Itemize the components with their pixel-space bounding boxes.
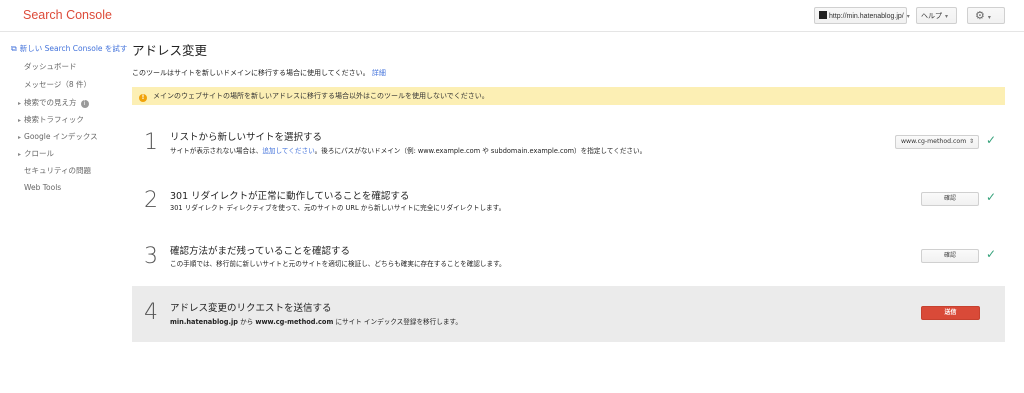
step-1: 1 リストから新しいサイトを選択する サイトが表示されない場合は、追加してくださ…: [132, 116, 1005, 172]
sidebar-item-search-traffic[interactable]: ▸ 検索トラフィック: [18, 114, 84, 125]
old-domain: min.hatenablog.jp: [170, 318, 238, 326]
sidebar-item-google-index[interactable]: ▸ Google インデックス: [18, 131, 98, 142]
step-description: この手順では、移行前に新しいサイトと元のサイトを適切に検証し、どちらも確実に存在…: [170, 260, 506, 268]
step-2: 2 301 リダイレクトが正常に動作していることを確認する 301 リダイレクト…: [132, 176, 1005, 232]
submit-button[interactable]: 送信: [921, 306, 980, 320]
step-4: 4 アドレス変更のリクエストを送信する min.hatenablog.jp から…: [132, 286, 1005, 342]
learn-more-link[interactable]: 詳細: [372, 69, 386, 77]
site-selector-label: http://min.hatenablog.jp/: [829, 13, 904, 20]
site-selector[interactable]: http://min.hatenablog.jp/▾: [814, 7, 910, 24]
settings-button[interactable]: ⚙ ▾: [967, 7, 1005, 24]
step-title: 確認方法がまだ残っていることを確認する: [170, 246, 351, 257]
new-site-select-value: www.cg-method.com: [901, 138, 967, 145]
sidebar-item-label: 検索トラフィック: [24, 115, 84, 124]
step-title: リストから新しいサイトを選択する: [170, 132, 323, 143]
help-label: ヘルプ: [921, 13, 942, 20]
sidebar-item-messages[interactable]: メッセージ（8 件）: [24, 79, 91, 90]
top-bar: Search Console http://min.hatenablog.jp/…: [0, 0, 1024, 32]
warning-text: メインのウェブサイトの場所を新しいアドレスに移行する場合以外はこのツールを使用し…: [153, 92, 489, 100]
chevron-down-icon: ▾: [987, 15, 991, 21]
sidebar-item-web-tools[interactable]: Web Tools: [24, 183, 61, 192]
page-title: アドレス変更: [132, 43, 208, 58]
step-description: min.hatenablog.jp から www.cg-method.com に…: [170, 316, 462, 326]
step-number: 3: [144, 244, 158, 269]
confirm-redirect-button[interactable]: 確認: [921, 192, 979, 206]
sidebar-item-dashboard[interactable]: ダッシュボード: [24, 61, 77, 72]
add-site-link[interactable]: 追加してください: [262, 147, 314, 155]
step-description: 301 リダイレクト ディレクティブを使って、元のサイトの URL から新しいサ…: [170, 204, 506, 212]
step-description-text: にサイト インデックス登録を移行します。: [333, 318, 462, 326]
triangle-right-icon: ▸: [18, 151, 22, 158]
confirm-verification-button[interactable]: 確認: [921, 249, 979, 263]
check-icon: ✓: [986, 247, 997, 261]
triangle-right-icon: ▸: [18, 134, 22, 141]
new-site-select[interactable]: www.cg-method.com ⇕: [895, 135, 979, 149]
external-link-icon: ⧉: [11, 44, 17, 53]
select-arrows-icon: ⇕: [968, 138, 974, 145]
sidebar-item-label: 検索での見え方: [24, 98, 77, 107]
chevron-down-icon: ▾: [906, 14, 910, 20]
gear-icon: ⚙: [975, 10, 985, 22]
triangle-right-icon: ▸: [18, 117, 22, 124]
sidebar-item-crawl[interactable]: ▸ クロール: [18, 148, 54, 159]
step-title: 301 リダイレクトが正常に動作していることを確認する: [170, 191, 410, 202]
help-button[interactable]: ヘルプ ▾: [916, 7, 957, 24]
step-description-text: 。後ろにパスがないドメイン（例: www.example.com や subdo…: [314, 147, 647, 155]
sidebar-item-security-issues[interactable]: セキュリティの問題: [24, 165, 91, 176]
sidebar-item-label: クロール: [24, 149, 55, 158]
step-3: 3 確認方法がまだ残っていることを確認する この手順では、移行前に新しいサイトと…: [132, 232, 1005, 288]
check-icon: ✓: [986, 190, 997, 204]
try-new-search-console-label: 新しい Search Console を試す: [19, 44, 128, 53]
triangle-right-icon: ▸: [18, 100, 22, 107]
chevron-down-icon: ▾: [945, 14, 949, 20]
intro-label: このツールはサイトを新しいドメインに移行する場合に使用してください。: [132, 69, 370, 77]
step-number: 2: [144, 188, 158, 213]
sidebar-item-label: Google インデックス: [24, 132, 98, 141]
search-console-logo[interactable]: Search Console: [23, 8, 112, 22]
step-title: アドレス変更のリクエストを送信する: [170, 303, 332, 314]
try-new-search-console-link[interactable]: ⧉ 新しい Search Console を試す: [11, 43, 127, 54]
intro-text: このツールはサイトを新しいドメインに移行する場合に使用してください。 詳細: [132, 68, 386, 78]
warning-icon: !: [139, 94, 147, 102]
sidebar-item-search-appearance[interactable]: ▸ 検索での見え方 i: [18, 97, 89, 108]
step-number: 4: [144, 300, 158, 325]
step-number: 1: [144, 130, 158, 155]
step-description-text: から: [237, 318, 256, 326]
warning-banner: ! メインのウェブサイトの場所を新しいアドレスに移行する場合以外はこのツールを使用…: [132, 87, 1005, 105]
info-icon[interactable]: i: [80, 100, 89, 108]
site-favicon-icon: [819, 11, 827, 19]
new-domain: www.cg-method.com: [255, 318, 334, 326]
check-icon: ✓: [986, 133, 997, 147]
step-description-text: サイトが表示されない場合は、: [170, 147, 263, 155]
step-description: サイトが表示されない場合は、追加してください。後ろにパスがないドメイン（例: w…: [170, 145, 646, 155]
